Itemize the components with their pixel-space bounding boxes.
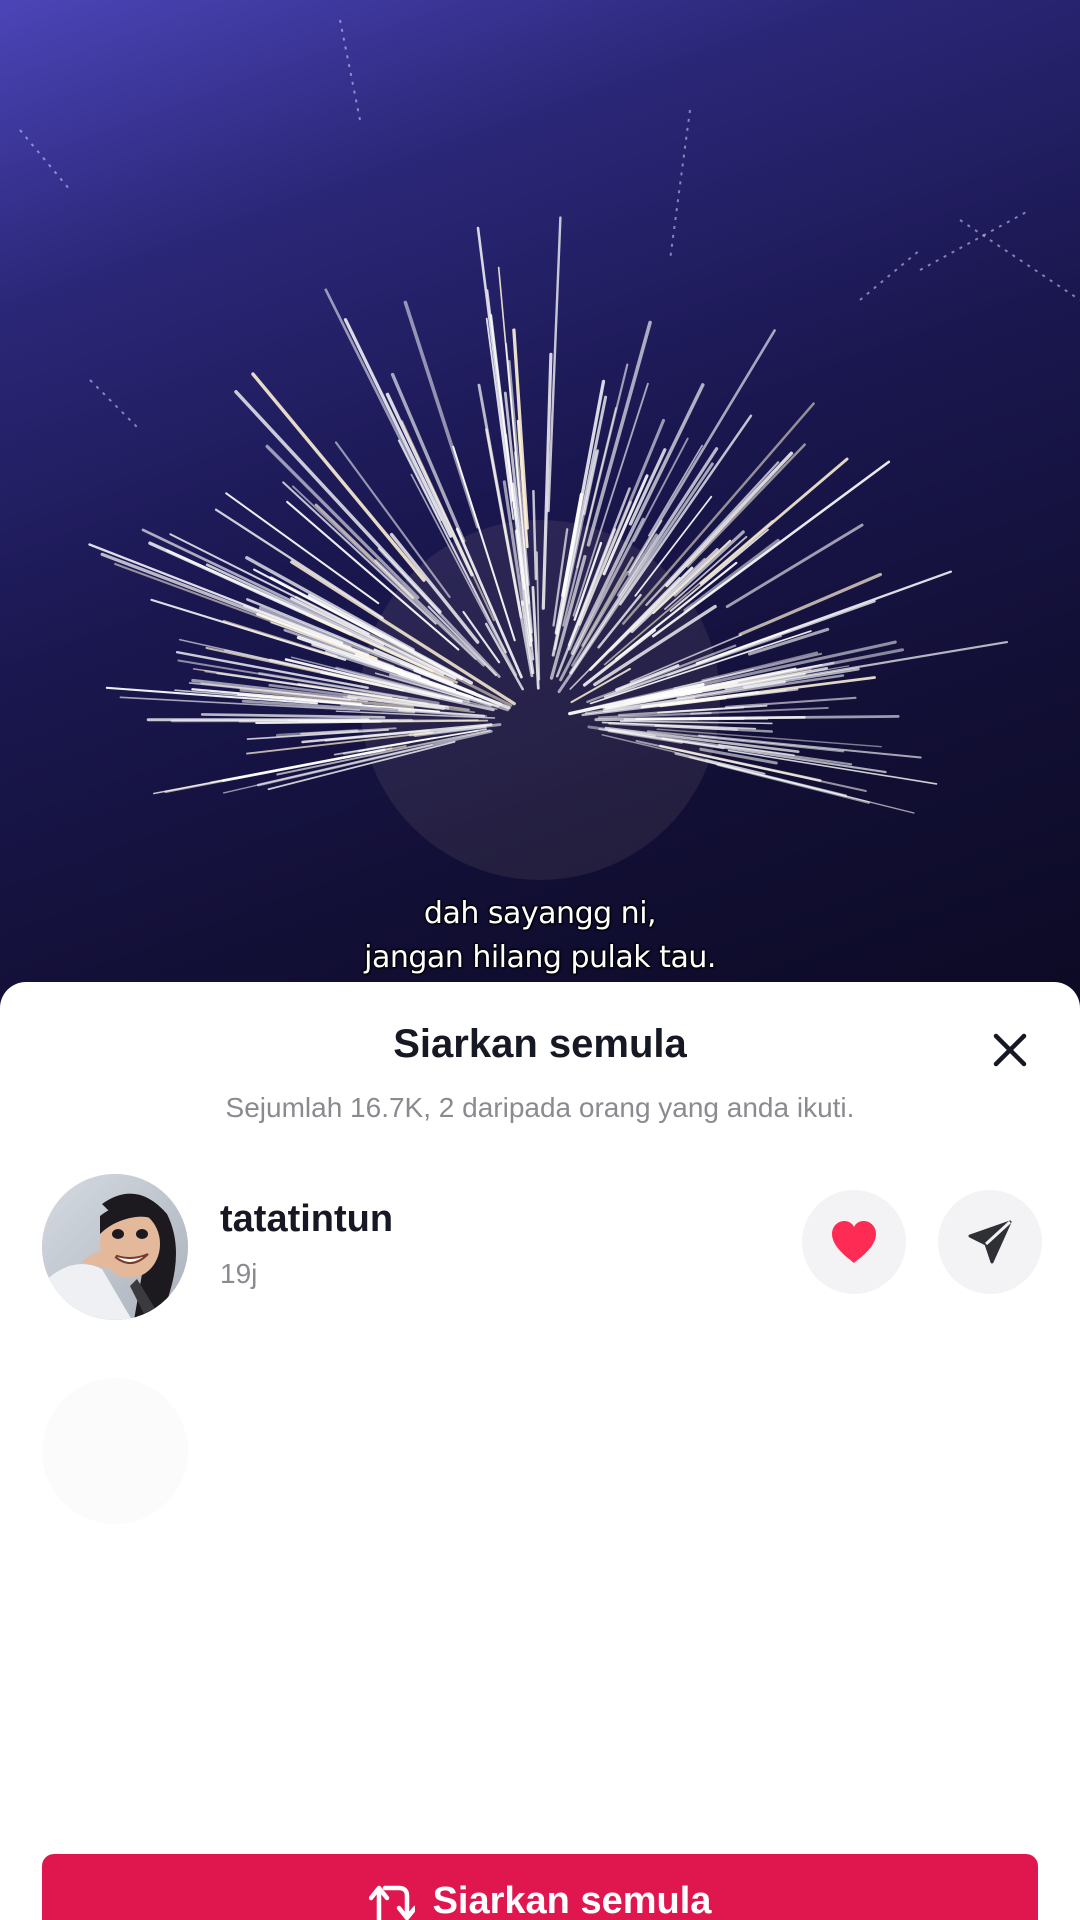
firework-streak [234,390,442,614]
firework-streak [390,372,466,543]
firework-trail [19,129,71,191]
firework-streak [200,713,386,719]
placeholder-avatar [42,1378,188,1524]
firework-streak [724,696,857,708]
repost-count-summary: Sejumlah 16.7K, 2 daripada orang yang an… [225,1092,855,1123]
reposter-username[interactable]: tatatintun [220,1198,393,1241]
repost-timestamp: 19j [220,1258,258,1289]
repost-button[interactable]: Siarkan semula [42,1854,1038,1920]
repost-icon [368,1885,415,1920]
video-caption-line-1: dah sayangg ni, [423,896,657,931]
firework-streak [255,720,382,724]
firework-trail [859,249,921,301]
close-icon [993,1033,1027,1067]
firework-streak [582,449,600,516]
firework-trail [339,19,361,121]
loading-placeholder-row [0,1378,1080,1528]
firework-streak [716,763,871,804]
firework-trail [919,209,1031,271]
firework-trail [89,379,141,431]
avatar-image [42,1174,188,1320]
close-button[interactable] [984,1024,1036,1076]
firework-streak [688,715,900,720]
firework-trail [959,219,1080,301]
like-button[interactable] [802,1190,906,1294]
firework-trail [669,109,691,261]
send-icon [968,1220,1012,1264]
video-player[interactable]: dah sayangg ni, jangan hilang pulak tau. [0,0,1080,1010]
repost-button-label: Siarkan semula [432,1880,712,1920]
firework-streak [638,718,769,721]
repost-sheet: Siarkan semula Sejumlah 16.7K, 2 daripad… [0,982,1080,1920]
fireworks-video-frame [19,19,1080,880]
send-button[interactable] [938,1190,1042,1294]
firework-streak [88,543,344,645]
firework-streak [324,288,442,522]
heart-icon [832,1221,876,1263]
firework-streak [669,528,769,612]
sheet-title: Siarkan semula [393,1022,687,1066]
video-caption-line-2: jangan hilang pulak tau. [364,940,716,975]
list-item: tatatintun 19j [0,1174,1080,1324]
avatar[interactable] [42,1174,188,1320]
